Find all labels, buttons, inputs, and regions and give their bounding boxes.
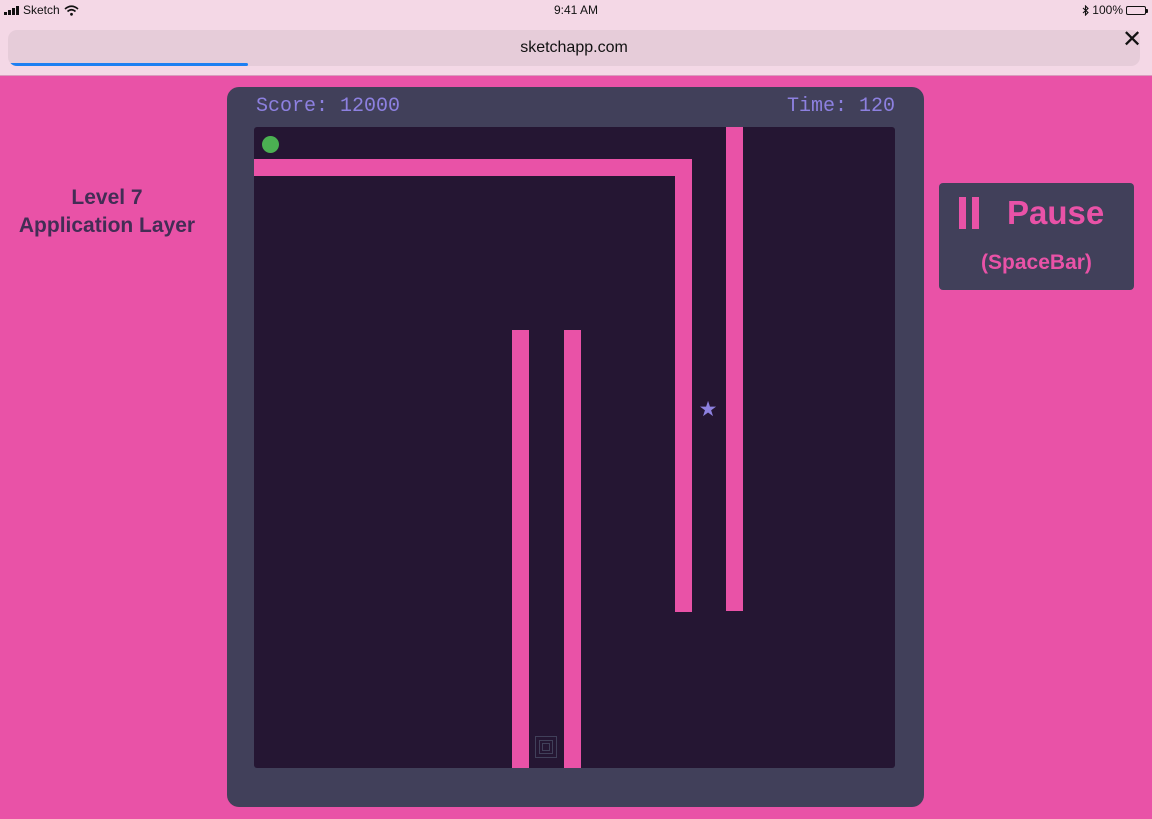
time-display: Time: 120 [786,95,895,118]
maze-wall [675,159,692,612]
game-panel: Score: 12000 Time: 120 ★ [227,87,924,807]
score-display: Score: 12000 [256,95,401,118]
star-icon: ★ [698,397,718,421]
maze-wall [726,127,743,611]
close-icon[interactable]: ✕ [1120,28,1144,52]
pause-icon [959,197,979,229]
clock: 9:41 AM [553,3,599,17]
goal-icon [535,736,557,758]
maze-wall [564,330,581,768]
url-field[interactable]: sketchapp.com [8,30,1140,66]
level-number: Level 7 [71,186,143,209]
pause-shortcut-hint: (SpaceBar) [981,251,1092,274]
battery-percent: 100% [1092,3,1123,17]
status-bar: Sketch 9:41 AM 100% [0,0,1152,22]
bluetooth-icon [1082,4,1090,16]
page-load-progress [10,63,248,66]
maze-wall [254,159,692,176]
pause-button[interactable]: Pause (SpaceBar) [939,183,1134,290]
status-right: 100% [1082,3,1148,17]
maze-wall [512,330,529,768]
level-name: Application Layer [18,214,196,237]
pause-label: Pause [1007,194,1105,231]
battery-icon [1126,5,1148,15]
url-text: sketchapp.com [520,39,628,56]
level-label: Level 7 Application Layer [0,184,214,240]
browser-bar: sketchapp.com ✕ [0,22,1152,76]
player-ball [262,136,279,153]
game-board[interactable]: ★ [254,127,895,768]
